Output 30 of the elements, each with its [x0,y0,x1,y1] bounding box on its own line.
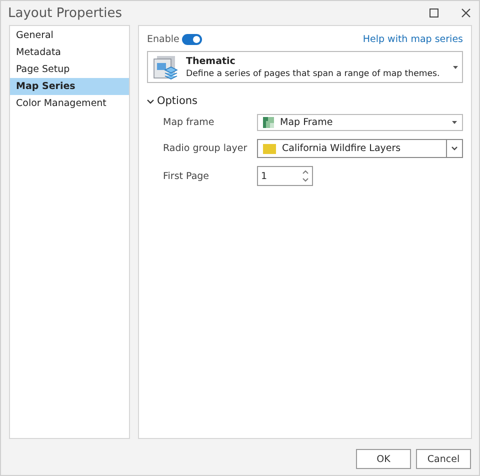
pages-stack-icon [153,54,178,80]
close-icon[interactable] [459,6,473,20]
page-spinner[interactable]: 1 [257,166,313,186]
sidebar-item[interactable]: Metadata [10,44,129,61]
window-title: Layout Properties [8,6,124,20]
options-heading: Options [157,95,198,107]
enable-toggle[interactable] [182,34,202,44]
dialog-button[interactable]: Cancel [416,449,471,469]
field-label: Radio group layer [163,143,248,154]
layer-combo-box[interactable]: California Wildfire Layers [257,139,463,158]
field-label: Map frame [163,117,216,128]
field-label: First Page [163,170,210,182]
caret-icon [453,66,458,68]
series-description: Define a series of pages that span a range of map themes. [186,68,441,78]
series-type-dropdown[interactable]: Thematic Define a series of pages that span a range of map themes. [147,51,463,83]
sidebar-item[interactable]: Color Management [10,95,129,112]
dialog-button[interactable]: OK [356,449,411,469]
chevron-down-icon [451,146,458,151]
series-title: Thematic [186,56,236,66]
maximize-icon[interactable] [427,6,441,20]
sidebar-item[interactable]: Page Setup [10,61,129,78]
layer-icon [263,143,276,154]
enable-label: Enable [147,34,180,44]
help-link[interactable]: Help with map series [362,34,463,44]
caret-icon [452,121,457,124]
sidebar-item[interactable]: General [10,27,129,44]
map-icon [263,117,274,128]
sidebar-item[interactable]: Map Series [10,78,129,95]
chevron-down-icon[interactable] [147,98,154,104]
map-frame-dropdown[interactable]: Map Frame [257,114,463,131]
